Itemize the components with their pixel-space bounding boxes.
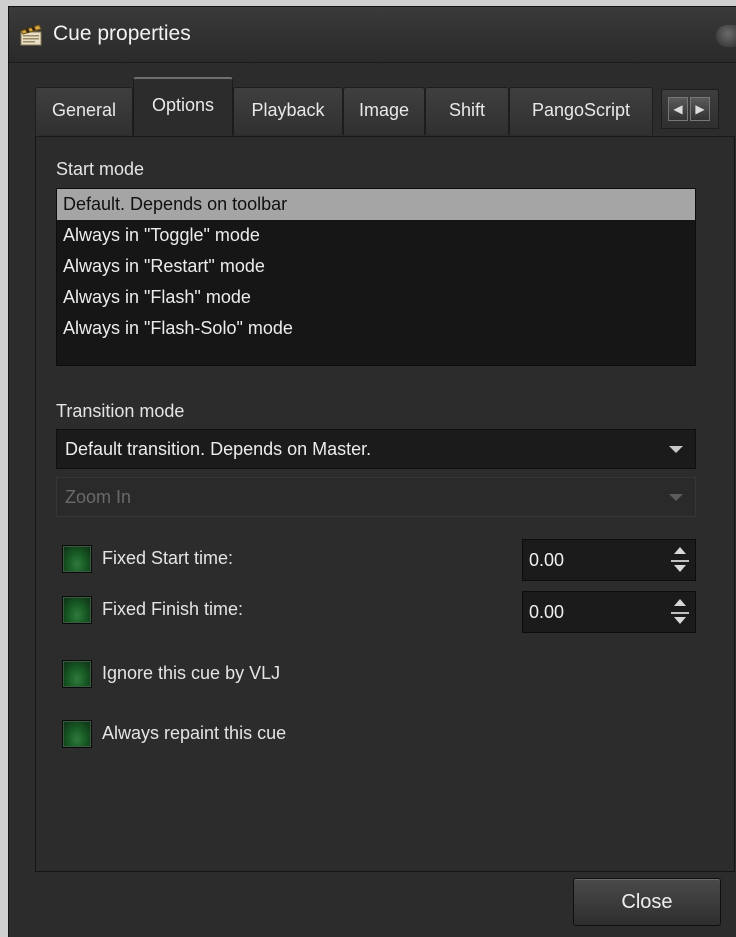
fixed-start-label: Fixed Start time: [102, 548, 234, 568]
fixed-start-stepper[interactable]: 0.00 [522, 539, 696, 581]
list-item[interactable]: Always in "Toggle" mode [57, 220, 695, 251]
chevron-down-icon [669, 494, 683, 501]
tab-general[interactable]: General [35, 87, 133, 135]
always-repaint-label: Always repaint this cue [102, 723, 287, 743]
tab-scroll: ◀ ▶ [661, 89, 719, 129]
tab-general-label: General [51, 100, 117, 120]
window-title: Cue properties [53, 22, 191, 45]
transition-mode-select[interactable]: Default transition. Depends on Master. [56, 429, 696, 469]
tab-scroll-right-icon[interactable]: ▶ [690, 97, 710, 121]
fixed-finish-checkbox[interactable] [62, 596, 92, 624]
transition-mode-value: Default transition. Depends on Master. [65, 439, 372, 459]
tab-image-label: Image [358, 100, 410, 120]
always-repaint-checkbox[interactable] [62, 720, 92, 748]
tab-shift[interactable]: Shift [425, 87, 509, 135]
list-item[interactable]: Default. Depends on toolbar [57, 189, 695, 220]
spin-down-icon[interactable] [673, 561, 687, 579]
transition-effect-value: Zoom In [65, 487, 132, 507]
tab-image[interactable]: Image [343, 87, 425, 135]
fixed-start-value: 0.00 [529, 550, 565, 570]
spin-up-icon[interactable] [673, 543, 687, 561]
fixed-start-checkbox[interactable] [62, 545, 92, 573]
list-item[interactable]: Always in "Flash-Solo" mode [57, 313, 695, 344]
ignore-vlj-label: Ignore this cue by VLJ [102, 663, 281, 683]
tab-options[interactable]: Options [133, 77, 233, 136]
list-item[interactable]: Always in "Restart" mode [57, 251, 695, 282]
ignore-vlj-checkbox[interactable] [62, 660, 92, 688]
close-button[interactable]: Close [573, 878, 721, 926]
start-mode-label: Start mode [56, 159, 145, 179]
options-panel: Start mode Default. Depends on toolbar A… [35, 136, 735, 872]
window-menu-knob[interactable] [716, 25, 736, 47]
spin-down-icon[interactable] [673, 613, 687, 631]
tab-playback[interactable]: Playback [233, 87, 343, 135]
tab-scroll-left-icon[interactable]: ◀ [668, 97, 688, 121]
spin-up-icon[interactable] [673, 595, 687, 613]
tab-pangoscript-label: PangoScript [531, 100, 631, 120]
list-item[interactable]: Always in "Flash" mode [57, 282, 695, 313]
tab-playback-label: Playback [251, 100, 325, 120]
title-bar[interactable]: Cue properties [9, 7, 736, 63]
tab-pangoscript[interactable]: PangoScript [509, 87, 653, 135]
fixed-finish-stepper[interactable]: 0.00 [522, 591, 696, 633]
start-mode-list[interactable]: Default. Depends on toolbar Always in "T… [56, 188, 696, 366]
tab-options-label: Options [151, 95, 215, 115]
tab-strip: General Options Playback Image Shift Pan… [35, 77, 735, 137]
fixed-finish-label: Fixed Finish time: [102, 599, 244, 619]
tab-shift-label: Shift [448, 100, 486, 120]
transition-effect-select: Zoom In [56, 477, 696, 517]
chevron-down-icon [669, 446, 683, 453]
fixed-finish-value: 0.00 [529, 602, 565, 622]
cue-properties-window: Cue properties General Options Playback … [8, 6, 736, 937]
clapperboard-icon [20, 24, 42, 46]
transition-mode-label: Transition mode [56, 401, 185, 421]
